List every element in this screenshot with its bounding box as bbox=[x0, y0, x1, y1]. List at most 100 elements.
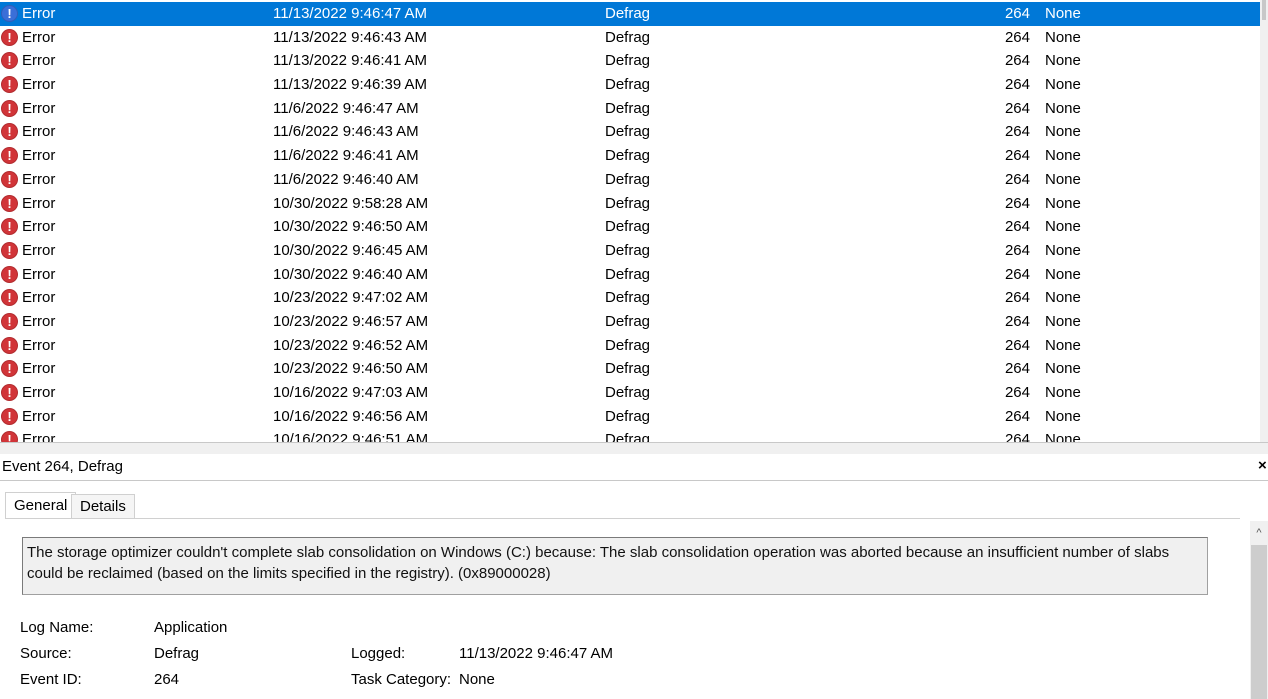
event-viewer: ! Error 11/13/2022 9:46:47 AM Defrag 264… bbox=[0, 0, 1268, 699]
event-date: 11/6/2022 9:46:43 AM bbox=[273, 123, 419, 141]
event-source: Defrag bbox=[605, 170, 651, 188]
event-source: Defrag bbox=[605, 218, 651, 236]
event-category: None bbox=[1045, 265, 1081, 283]
tab-general[interactable]: General bbox=[5, 492, 77, 519]
event-message[interactable]: The storage optimizer couldn't complete … bbox=[22, 537, 1208, 595]
event-level: Error bbox=[22, 99, 56, 117]
event-id: 264 bbox=[1004, 99, 1030, 117]
event-row[interactable]: ! Error 11/13/2022 9:46:41 AM Defrag 264… bbox=[0, 49, 1260, 73]
event-row[interactable]: ! Error 11/6/2022 9:46:47 AM Defrag 264 … bbox=[0, 97, 1260, 121]
source-value: Defrag bbox=[154, 645, 200, 662]
event-row[interactable]: ! Error 10/30/2022 9:58:28 AM Defrag 264… bbox=[0, 192, 1260, 216]
event-level: Error bbox=[22, 5, 56, 22]
task-category-label: Task Category: bbox=[351, 671, 452, 688]
event-source: Defrag bbox=[605, 360, 651, 378]
event-source: Defrag bbox=[605, 312, 651, 330]
event-category: None bbox=[1045, 407, 1081, 425]
event-source: Defrag bbox=[605, 5, 651, 22]
event-id: 264 bbox=[1004, 360, 1030, 378]
event-row[interactable]: ! Error 10/23/2022 9:46:50 AM Defrag 264… bbox=[0, 357, 1260, 381]
event-id-value: 264 bbox=[154, 671, 180, 688]
event-category: None bbox=[1045, 289, 1081, 307]
event-category: None bbox=[1045, 360, 1081, 378]
event-date: 11/13/2022 9:46:43 AM bbox=[273, 28, 428, 46]
event-level: Error bbox=[22, 407, 56, 425]
event-rows: ! Error 11/13/2022 9:46:47 AM Defrag 264… bbox=[0, 2, 1260, 442]
error-icon: ! bbox=[1, 360, 18, 378]
event-date: 10/30/2022 9:46:50 AM bbox=[273, 218, 429, 236]
event-date: 10/30/2022 9:46:40 AM bbox=[273, 265, 429, 283]
event-level: Error bbox=[22, 241, 56, 259]
error-icon: ! bbox=[1, 265, 18, 283]
event-row[interactable]: ! Error 11/13/2022 9:46:39 AM Defrag 264… bbox=[0, 73, 1260, 97]
detail-header: Event 264, Defrag × bbox=[0, 454, 1268, 481]
event-category: None bbox=[1045, 384, 1081, 401]
event-category: None bbox=[1045, 5, 1081, 22]
error-icon: ! bbox=[1, 76, 18, 94]
event-level: Error bbox=[22, 384, 56, 401]
event-category: None bbox=[1045, 99, 1081, 117]
event-id: 264 bbox=[1004, 218, 1030, 236]
event-row[interactable]: ! Error 11/6/2022 9:46:41 AM Defrag 264 … bbox=[0, 144, 1260, 168]
event-source: Defrag bbox=[605, 265, 651, 283]
event-row[interactable]: ! Error 10/16/2022 9:46:51 AM Defrag 264… bbox=[0, 428, 1260, 442]
error-icon: ! bbox=[1, 384, 18, 401]
log-name-value: Application bbox=[154, 619, 228, 636]
event-id: 264 bbox=[1004, 265, 1030, 283]
event-date: 10/23/2022 9:46:57 AM bbox=[273, 312, 429, 330]
event-row[interactable]: ! Error 10/23/2022 9:46:52 AM Defrag 264… bbox=[0, 334, 1260, 358]
event-id: 264 bbox=[1004, 384, 1030, 401]
event-row[interactable]: ! Error 10/16/2022 9:46:56 AM Defrag 264… bbox=[0, 405, 1260, 429]
event-source: Defrag bbox=[605, 241, 651, 259]
event-source: Defrag bbox=[605, 99, 651, 117]
close-icon[interactable]: × bbox=[1258, 456, 1268, 476]
event-category: None bbox=[1045, 76, 1081, 94]
event-id: 264 bbox=[1004, 28, 1030, 46]
event-row[interactable]: ! Error 10/30/2022 9:46:40 AM Defrag 264… bbox=[0, 263, 1260, 287]
event-level: Error bbox=[22, 123, 56, 141]
error-icon: ! bbox=[1, 52, 18, 70]
event-row[interactable]: ! Error 10/30/2022 9:46:45 AM Defrag 264… bbox=[0, 239, 1260, 263]
event-date: 10/23/2022 9:47:02 AM bbox=[273, 289, 429, 307]
event-date: 11/6/2022 9:46:47 AM bbox=[273, 99, 419, 117]
event-row[interactable]: ! Error 10/23/2022 9:47:02 AM Defrag 264… bbox=[0, 286, 1260, 310]
event-category: None bbox=[1045, 336, 1081, 354]
event-source: Defrag bbox=[605, 194, 651, 212]
event-source: Defrag bbox=[605, 123, 651, 141]
event-date: 10/23/2022 9:46:50 AM bbox=[273, 360, 429, 378]
event-row[interactable]: ! Error 11/13/2022 9:46:43 AM Defrag 264… bbox=[0, 26, 1260, 50]
error-icon: ! bbox=[1, 312, 18, 330]
event-row[interactable]: ! Error 10/23/2022 9:46:57 AM Defrag 264… bbox=[0, 310, 1260, 334]
event-row[interactable]: ! Error 10/16/2022 9:47:03 AM Defrag 264… bbox=[0, 381, 1260, 405]
list-scrollbar-thumb[interactable] bbox=[1262, 0, 1266, 20]
event-category: None bbox=[1045, 52, 1081, 70]
error-icon: ! bbox=[1, 336, 18, 354]
event-list: ! Error 11/13/2022 9:46:47 AM Defrag 264… bbox=[0, 0, 1268, 442]
event-row[interactable]: ! Error 11/6/2022 9:46:43 AM Defrag 264 … bbox=[0, 120, 1260, 144]
event-level: Error bbox=[22, 265, 56, 283]
log-name-label: Log Name: bbox=[20, 619, 94, 636]
detail-scrollbar[interactable]: ^ bbox=[1250, 521, 1268, 699]
error-icon: ! bbox=[1, 431, 18, 442]
event-level: Error bbox=[22, 52, 56, 70]
event-level: Error bbox=[22, 312, 56, 330]
event-id: 264 bbox=[1004, 170, 1030, 188]
event-category: None bbox=[1045, 123, 1081, 141]
error-icon: ! bbox=[1, 194, 18, 212]
list-scrollbar[interactable] bbox=[1260, 0, 1268, 442]
event-row[interactable]: ! Error 11/13/2022 9:46:47 AM Defrag 264… bbox=[0, 2, 1260, 26]
event-source: Defrag bbox=[605, 76, 651, 94]
tab-details[interactable]: Details bbox=[71, 494, 135, 519]
event-date: 10/16/2022 9:46:56 AM bbox=[273, 407, 429, 425]
detail-scrollbar-thumb[interactable] bbox=[1251, 545, 1267, 699]
event-category: None bbox=[1045, 431, 1081, 442]
event-id: 264 bbox=[1004, 147, 1030, 165]
task-category-value: None bbox=[459, 671, 495, 688]
error-icon: ! bbox=[1, 218, 18, 236]
event-row[interactable]: ! Error 11/6/2022 9:46:40 AM Defrag 264 … bbox=[0, 168, 1260, 192]
event-source: Defrag bbox=[605, 147, 651, 165]
event-row[interactable]: ! Error 10/30/2022 9:46:50 AM Defrag 264… bbox=[0, 215, 1260, 239]
event-id: 264 bbox=[1004, 289, 1030, 307]
scroll-up-icon[interactable]: ^ bbox=[1250, 525, 1268, 541]
event-level: Error bbox=[22, 28, 56, 46]
